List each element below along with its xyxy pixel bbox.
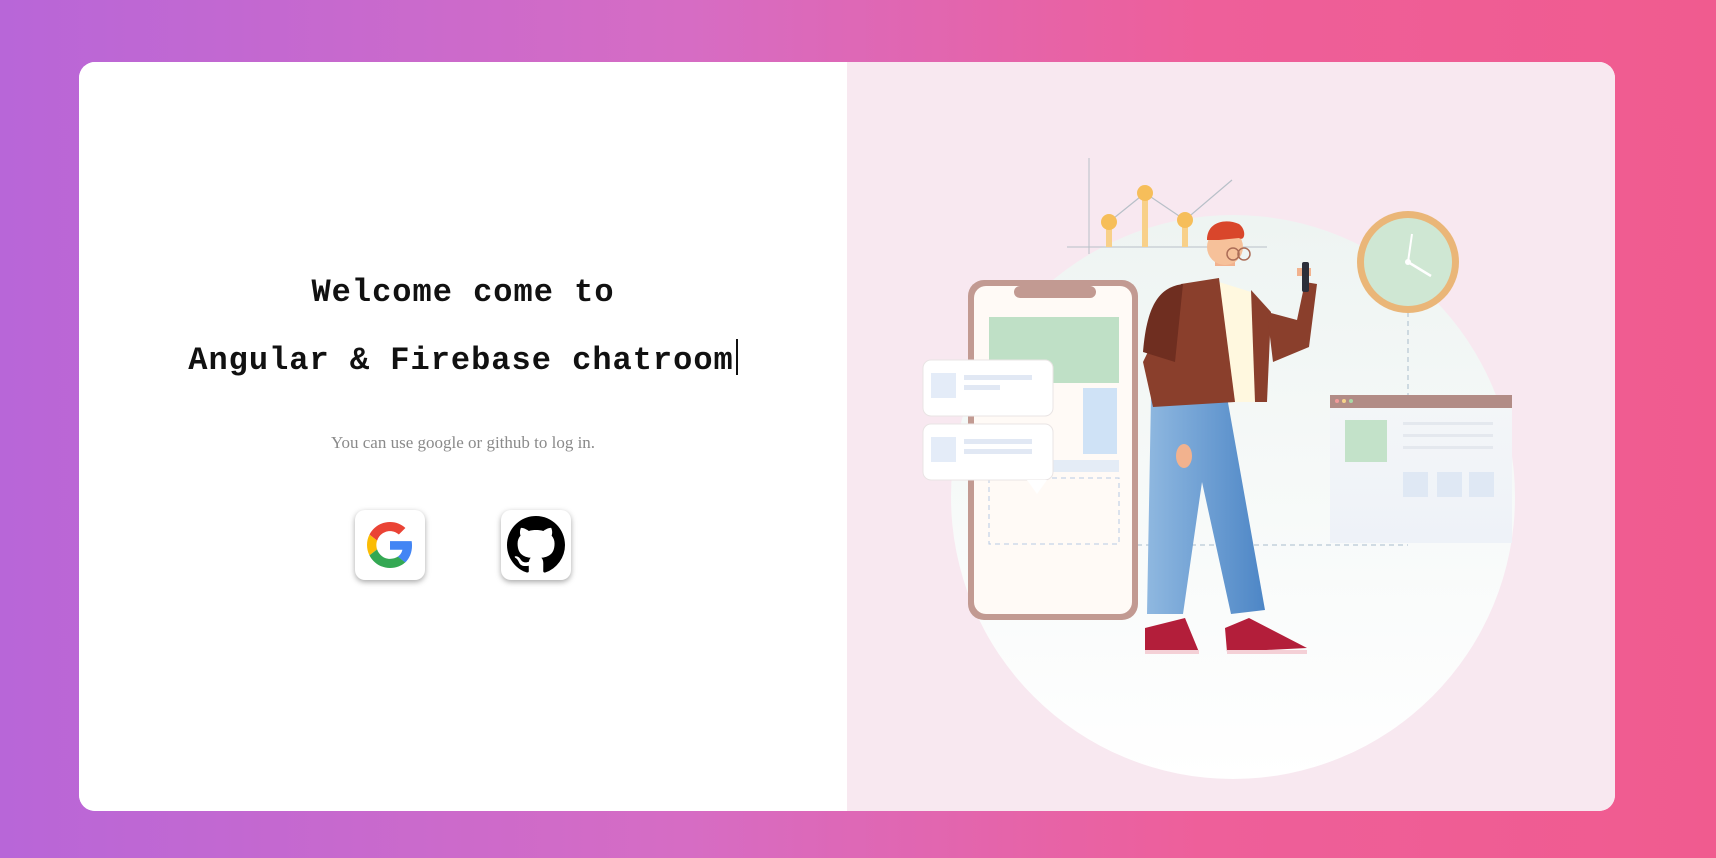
welcome-title-line2: Angular & Firebase chatroom xyxy=(79,339,847,379)
chat-bubbles-graphic xyxy=(922,359,1054,494)
welcome-panel: Welcome come to Angular & Firebase chatr… xyxy=(79,62,847,811)
google-icon xyxy=(367,522,413,568)
chat-illustration xyxy=(922,158,1515,779)
github-icon xyxy=(507,516,565,573)
google-login-button[interactable] xyxy=(355,510,425,580)
browser-window-graphic xyxy=(1330,395,1512,543)
github-login-button[interactable] xyxy=(501,510,571,580)
illustration-panel xyxy=(847,62,1615,811)
welcome-title-text: Angular & Firebase chatroom xyxy=(188,342,734,379)
welcome-title-line1: Welcome come to xyxy=(311,274,615,311)
typing-cursor xyxy=(735,339,738,375)
login-hint: You can use google or github to log in. xyxy=(330,433,596,452)
login-card: Welcome come to Angular & Firebase chatr… xyxy=(79,62,1615,811)
